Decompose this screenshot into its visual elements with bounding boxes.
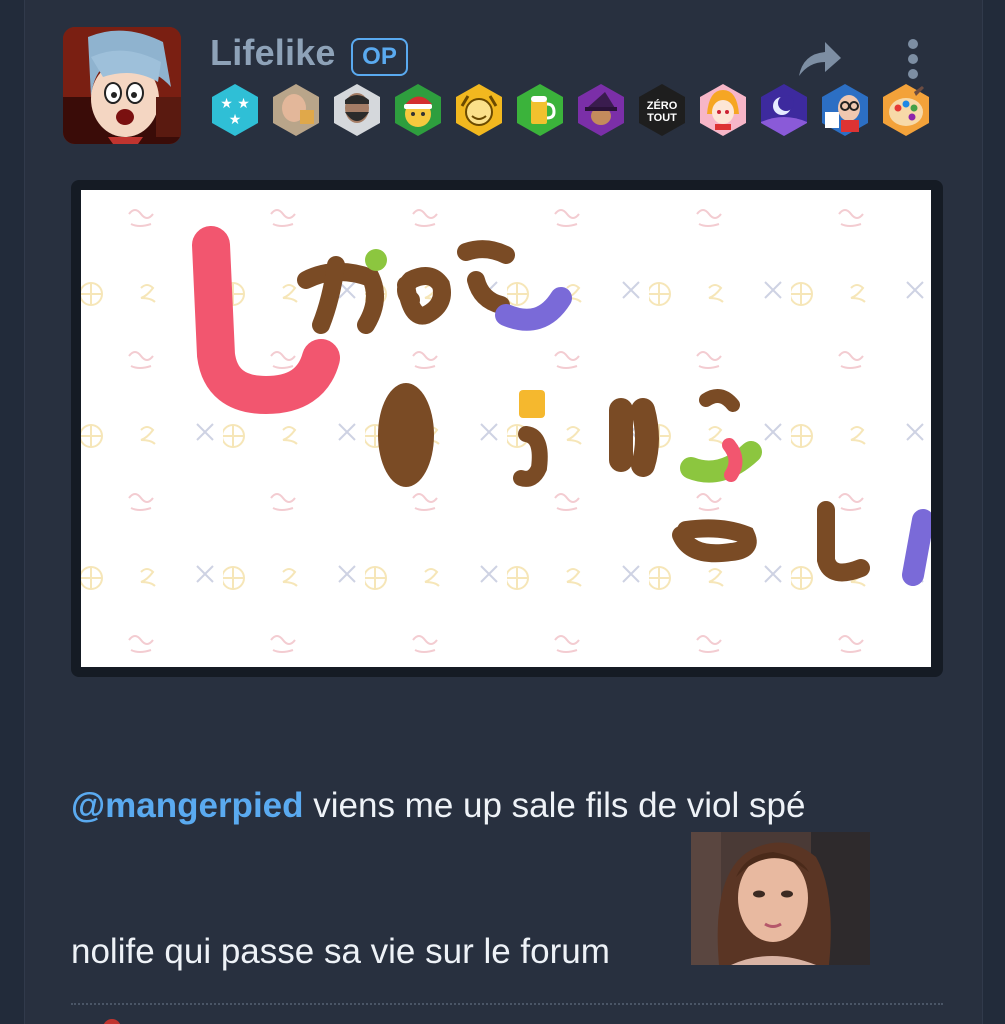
zero-tout-badge-icon[interactable]: ZÉRO TOUT — [636, 82, 688, 138]
zero-tout-line2: TOUT — [647, 112, 677, 124]
post-image[interactable] — [81, 190, 931, 667]
forum-post-card: Lifelike OP ★ ★ ★ ZÉRO TOUT @mangerpied … — [24, 0, 983, 1024]
share-button[interactable] — [795, 38, 845, 82]
post-image-frame[interactable] — [71, 180, 943, 677]
wizard-hat-badge-icon[interactable] — [575, 82, 627, 138]
next-post-avatar-peek — [103, 1019, 121, 1024]
post-text-line-1: @mangerpied viens me up sale fils de vio… — [71, 786, 805, 826]
svg-text:★: ★ — [229, 112, 242, 128]
santa-hat-badge-icon[interactable] — [392, 82, 444, 138]
avatar-illustration — [63, 27, 181, 144]
beer-mug-badge-icon[interactable] — [514, 82, 566, 138]
post-text-line-2: nolife qui passe sa vie sur le forum — [71, 932, 610, 971]
girl-portrait-sticker — [691, 832, 870, 965]
anime-girl-badge-icon[interactable] — [697, 82, 749, 138]
bearded-man-badge-icon[interactable] — [331, 82, 383, 138]
author-name[interactable]: Lifelike — [210, 32, 336, 74]
man-with-glasses-badge-icon[interactable] — [819, 82, 871, 138]
share-arrow-icon — [799, 42, 841, 76]
hand-drawn-text-image — [81, 190, 931, 667]
stars-badge-icon[interactable]: ★ ★ ★ — [209, 82, 261, 138]
post-divider — [71, 1003, 943, 1005]
mascot-cheer-badge-icon[interactable] — [453, 82, 505, 138]
post-text-line-1-content: viens me up sale fils de viol spé — [303, 786, 806, 825]
sticker-image[interactable] — [691, 832, 870, 965]
page: Lifelike OP ★ ★ ★ ZÉRO TOUT @mangerpied … — [0, 0, 1005, 1024]
moon-night-badge-icon[interactable] — [758, 82, 810, 138]
more-options-button[interactable] — [900, 38, 926, 80]
bald-man-badge-icon[interactable] — [270, 82, 322, 138]
op-badge: OP — [351, 38, 408, 76]
zero-tout-line1: ZÉRO — [647, 99, 678, 112]
user-mention-link[interactable]: @mangerpied — [71, 786, 304, 825]
svg-text:★ ★: ★ ★ — [220, 96, 250, 112]
user-avatar[interactable] — [63, 27, 181, 144]
paint-palette-badge-icon[interactable] — [880, 82, 932, 138]
vertical-dots-icon — [908, 39, 918, 79]
